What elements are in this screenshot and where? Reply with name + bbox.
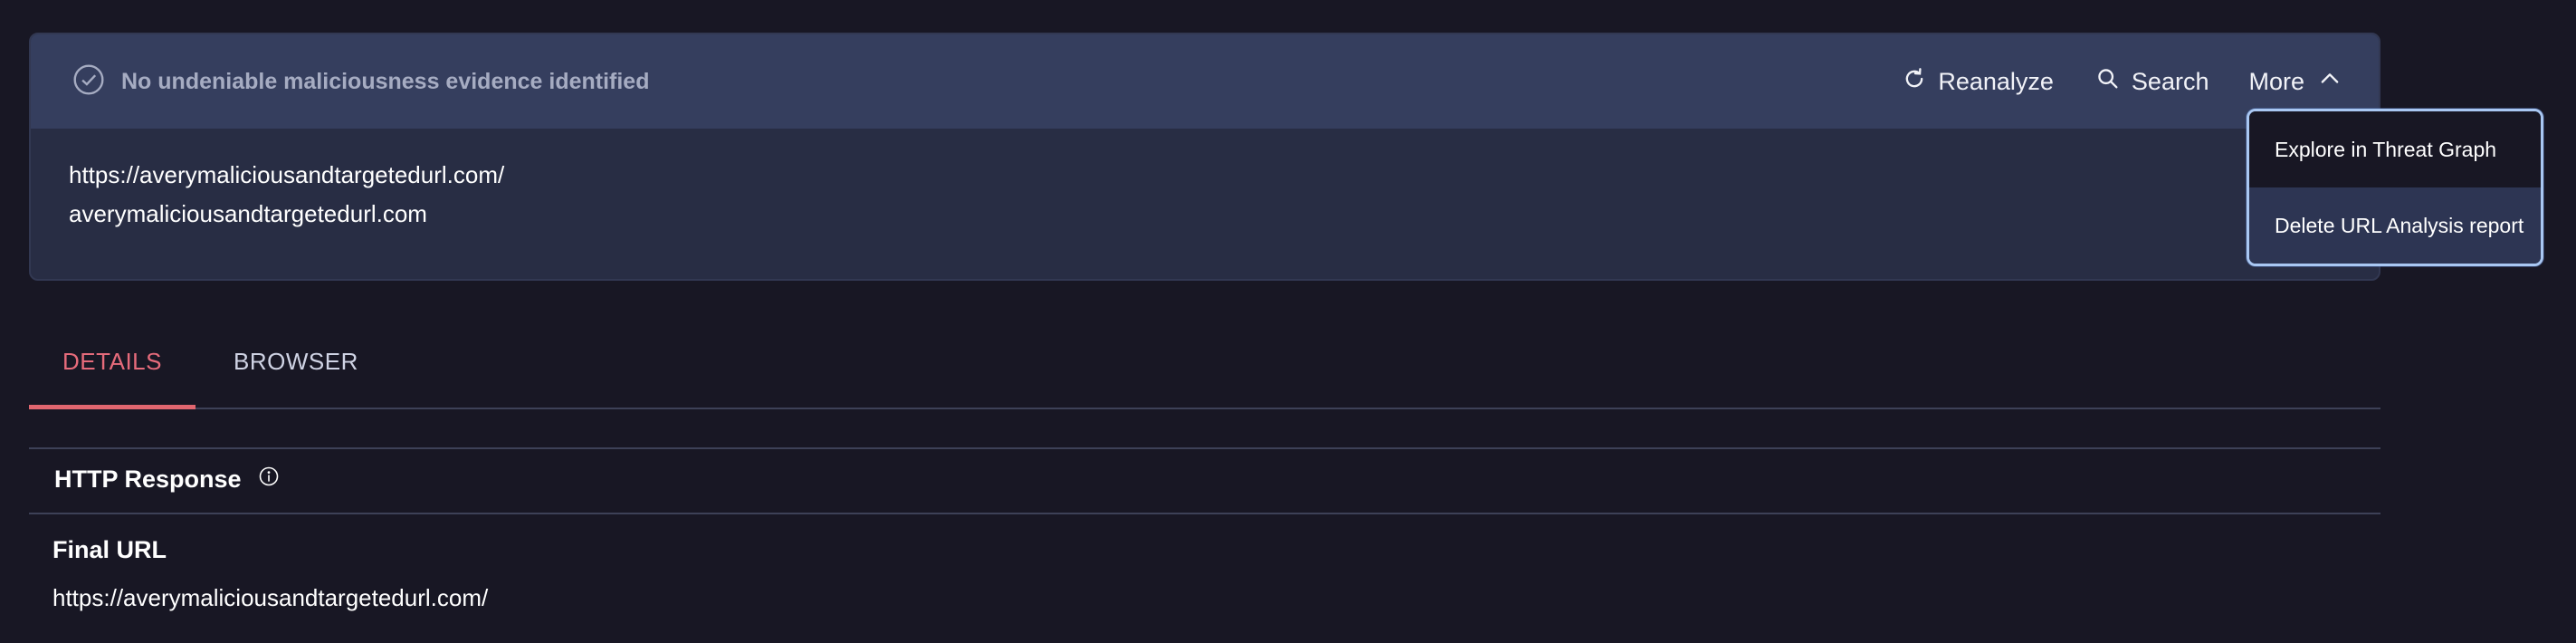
reanalyze-button[interactable]: Reanalyze xyxy=(1902,66,2054,98)
info-icon[interactable] xyxy=(242,465,280,494)
tab-browser[interactable]: BROWSER xyxy=(234,337,358,409)
more-button[interactable]: More xyxy=(2248,66,2342,98)
search-button[interactable]: Search xyxy=(2095,66,2209,98)
more-label: More xyxy=(2248,67,2304,95)
verdict-status: No undeniable maliciousness evidence ide… xyxy=(72,34,649,129)
final-url-value: https://averymaliciousandtargetedurl.com… xyxy=(52,584,489,611)
tab-details[interactable]: DETAILS xyxy=(29,337,196,409)
menu-item-delete-report[interactable]: Delete URL Analysis report xyxy=(2249,187,2541,264)
reanalyze-label: Reanalyze xyxy=(1938,67,2054,95)
menu-item-explore-threat-graph[interactable]: Explore in Threat Graph xyxy=(2249,111,2541,187)
final-url-label: Final URL xyxy=(52,536,167,563)
more-menu: Explore in Threat Graph Delete URL Analy… xyxy=(2247,109,2543,266)
http-response-heading: HTTP Response xyxy=(54,465,280,494)
analyzed-domain: averymaliciousandtargetedurl.com xyxy=(69,200,427,227)
search-label: Search xyxy=(2131,67,2209,95)
refresh-icon xyxy=(1902,66,1938,98)
search-icon xyxy=(2095,66,2132,98)
verdict-text: No undeniable maliciousness evidence ide… xyxy=(121,68,650,94)
http-response-title: HTTP Response xyxy=(54,465,242,493)
divider xyxy=(29,513,2380,514)
tab-bar: DETAILS BROWSER xyxy=(29,337,2380,409)
card-header: No undeniable maliciousness evidence ide… xyxy=(31,34,2379,129)
analysis-summary-card: No undeniable maliciousness evidence ide… xyxy=(29,33,2380,281)
analyzed-url: https://averymaliciousandtargetedurl.com… xyxy=(69,161,505,188)
chevron-up-icon xyxy=(2304,66,2342,98)
check-circle-icon xyxy=(72,63,105,101)
card-body: https://averymaliciousandtargetedurl.com… xyxy=(69,156,504,234)
divider xyxy=(29,447,2380,449)
